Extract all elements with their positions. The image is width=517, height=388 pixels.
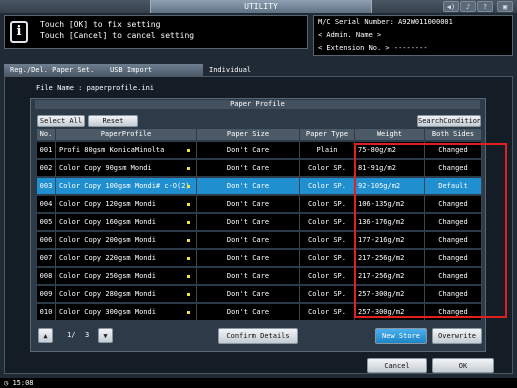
cell-no: 005 bbox=[37, 214, 56, 231]
admin-name: < Admin. Name > bbox=[318, 31, 382, 39]
overwrite-button[interactable]: Overwrite bbox=[432, 328, 482, 344]
cell-no: 003 bbox=[37, 178, 56, 195]
breadcrumb-individual: Individual bbox=[203, 64, 303, 76]
column-header-no: No. bbox=[37, 129, 56, 140]
cell-paper-type: Color SP. bbox=[300, 160, 355, 177]
cell-paper-size: Don't Care bbox=[197, 286, 300, 303]
cell-paper-profile: Color Copy 220gsm Mondi bbox=[56, 250, 197, 267]
status-dot-icon bbox=[187, 203, 190, 206]
cell-paper-size: Don't Care bbox=[197, 142, 300, 159]
cell-paper-size: Don't Care bbox=[197, 178, 300, 195]
breadcrumb-reg-del-paper-set[interactable]: Reg./Del. Paper Set. bbox=[4, 64, 104, 76]
extension-number: < Extension No. > -------- bbox=[318, 44, 428, 52]
cancel-button[interactable]: Cancel bbox=[367, 358, 427, 373]
column-header-weight: Weight bbox=[355, 129, 425, 140]
page-current: 1/ bbox=[67, 331, 76, 339]
cell-paper-profile: Color Copy 300gsm Mondi bbox=[56, 304, 197, 321]
cell-paper-type: Color SP. bbox=[300, 178, 355, 195]
cell-paper-size: Don't Care bbox=[197, 268, 300, 285]
cell-paper-size: Don't Care bbox=[197, 232, 300, 249]
cell-no: 002 bbox=[37, 160, 56, 177]
cell-no: 001 bbox=[37, 142, 56, 159]
column-header-paper-size: Paper Size bbox=[197, 129, 300, 140]
status-dot-icon bbox=[187, 221, 190, 224]
cell-paper-type: Plain bbox=[300, 142, 355, 159]
message-line-2: Touch [Cancel] to cancel setting bbox=[40, 31, 195, 40]
confirm-details-button[interactable]: Confirm Details bbox=[218, 328, 298, 344]
tab-icon[interactable]: ▣ bbox=[497, 1, 513, 12]
paper-profile-title: Paper Profile bbox=[35, 100, 480, 109]
weight-highlight-box bbox=[354, 143, 507, 318]
message-line-1: Touch [OK] to fix setting bbox=[40, 20, 161, 29]
status-dot-icon bbox=[187, 293, 190, 296]
breadcrumb-usb-import[interactable]: USB Import bbox=[104, 64, 203, 76]
ok-button[interactable]: OK bbox=[432, 358, 494, 373]
cell-paper-profile: Color Copy 280gsm Mondi bbox=[56, 286, 197, 303]
reset-button[interactable]: Reset bbox=[88, 115, 138, 127]
status-bar: ◷ 15:08 bbox=[0, 378, 517, 388]
cell-paper-profile: Color Copy 160gsm Mondi bbox=[56, 214, 197, 231]
status-dot-icon bbox=[187, 149, 190, 152]
file-name: File Name : paperprofile.ini bbox=[36, 84, 155, 92]
cell-paper-size: Don't Care bbox=[197, 250, 300, 267]
window-title: UTILITY bbox=[150, 0, 372, 13]
clock-icon: ◷ bbox=[4, 379, 9, 387]
status-dot-icon bbox=[187, 257, 190, 260]
cell-paper-profile: Color Copy 250gsm Mondi bbox=[56, 268, 197, 285]
status-dot-icon bbox=[187, 275, 190, 278]
cell-paper-type: Color SP. bbox=[300, 286, 355, 303]
column-header-paper-type: Paper Type bbox=[300, 129, 355, 140]
status-time: 15:08 bbox=[12, 379, 34, 387]
page-up-button[interactable]: ▲ bbox=[38, 328, 53, 343]
column-header-paper-profile: PaperProfile bbox=[56, 129, 197, 140]
column-header-both-sides: Both Sides bbox=[425, 129, 482, 140]
sound-icon[interactable]: ♪ bbox=[460, 1, 476, 12]
cell-no: 009 bbox=[37, 286, 56, 303]
cell-paper-type: Color SP. bbox=[300, 250, 355, 267]
cell-paper-profile: Color Copy 120gsm Mondi bbox=[56, 196, 197, 213]
cell-paper-type: Color SP. bbox=[300, 304, 355, 321]
status-dot-icon bbox=[187, 239, 190, 242]
page-total: 3 bbox=[85, 331, 90, 339]
status-dot-icon bbox=[187, 311, 190, 314]
info-icon: i bbox=[10, 21, 28, 43]
cell-paper-profile: Profi 80gsm KonicaMinolta bbox=[56, 142, 197, 159]
page-down-button[interactable]: ▼ bbox=[98, 328, 113, 343]
cell-paper-profile: Color Copy 200gsm Mondi bbox=[56, 232, 197, 249]
cell-no: 010 bbox=[37, 304, 56, 321]
status-dot-icon bbox=[187, 185, 190, 188]
cell-paper-profile: Color Copy 90gsm Mondi bbox=[56, 160, 197, 177]
help-icon[interactable]: ? bbox=[477, 1, 493, 12]
search-conditions-button[interactable]: SearchConditions bbox=[417, 115, 481, 127]
cell-paper-size: Don't Care bbox=[197, 214, 300, 231]
cell-paper-type: Color SP. bbox=[300, 268, 355, 285]
status-dot-icon bbox=[187, 167, 190, 170]
volume-icon[interactable]: ◀) bbox=[443, 1, 459, 12]
cell-paper-profile: Color Copy 100gsm Mondi# c-O(2) bbox=[56, 178, 197, 195]
cell-paper-type: Color SP. bbox=[300, 214, 355, 231]
cell-paper-size: Don't Care bbox=[197, 196, 300, 213]
cell-no: 007 bbox=[37, 250, 56, 267]
select-all-button[interactable]: Select All bbox=[37, 115, 85, 127]
cell-paper-type: Color SP. bbox=[300, 232, 355, 249]
new-store-button[interactable]: New Store bbox=[375, 328, 427, 344]
cell-no: 008 bbox=[37, 268, 56, 285]
cell-paper-type: Color SP. bbox=[300, 196, 355, 213]
cell-no: 004 bbox=[37, 196, 56, 213]
cell-paper-size: Don't Care bbox=[197, 160, 300, 177]
cell-no: 006 bbox=[37, 232, 56, 249]
serial-number: M/C Serial Number: A92W011000001 bbox=[318, 18, 453, 26]
cell-paper-size: Don't Care bbox=[197, 304, 300, 321]
